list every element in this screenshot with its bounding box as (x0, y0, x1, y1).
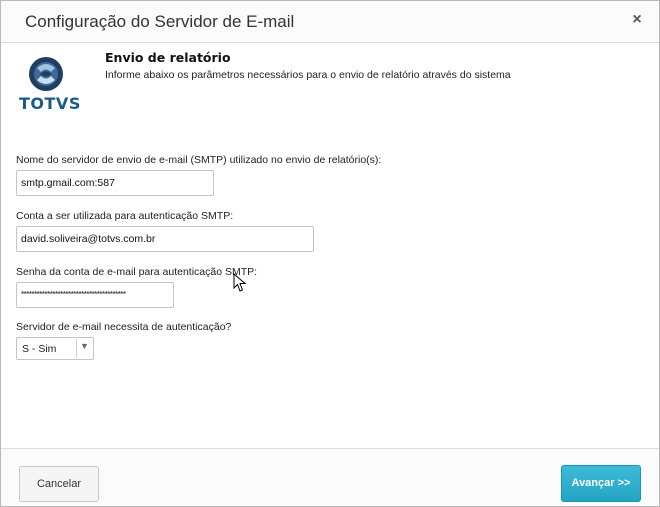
smtp-password-label: Senha da conta de e-mail para autenticaç… (16, 266, 258, 278)
smtp-account-label: Conta a ser utilizada para autenticação … (16, 210, 234, 222)
cancel-button[interactable]: Cancelar (19, 466, 99, 502)
dialog-titlebar: Configuração do Servidor de E-mail × (1, 1, 659, 43)
smtp-server-input[interactable]: smtp.gmail.com:587 (16, 170, 214, 196)
select-divider (76, 339, 77, 358)
auth-required-select[interactable]: S - Sim ▼ (16, 337, 94, 360)
chevron-down-icon: ▼ (80, 341, 89, 351)
smtp-account-input[interactable]: david.soliveira@totvs.com.br (16, 226, 314, 252)
auth-required-label: Servidor de e-mail necessita de autentic… (16, 321, 232, 333)
dialog-title: Configuração do Servidor de E-mail (25, 12, 295, 31)
smtp-server-label: Nome do servidor de envio de e-mail (SMT… (16, 154, 382, 166)
mouse-pointer-icon (233, 273, 247, 292)
dialog-footer: Cancelar Avançar >> (1, 448, 659, 506)
close-icon[interactable]: × (627, 9, 647, 31)
section-description: Informe abaixo os parâmetros necessários… (105, 69, 511, 81)
next-button[interactable]: Avançar >> (561, 465, 641, 502)
auth-required-value: S - Sim (22, 343, 57, 355)
email-server-dialog: Configuração do Servidor de E-mail × TOT… (0, 0, 660, 507)
smtp-password-input[interactable]: **************************************** (16, 282, 174, 308)
logo-wordmark: TOTVS (19, 94, 81, 113)
section-title: Envio de relatório (105, 50, 231, 65)
